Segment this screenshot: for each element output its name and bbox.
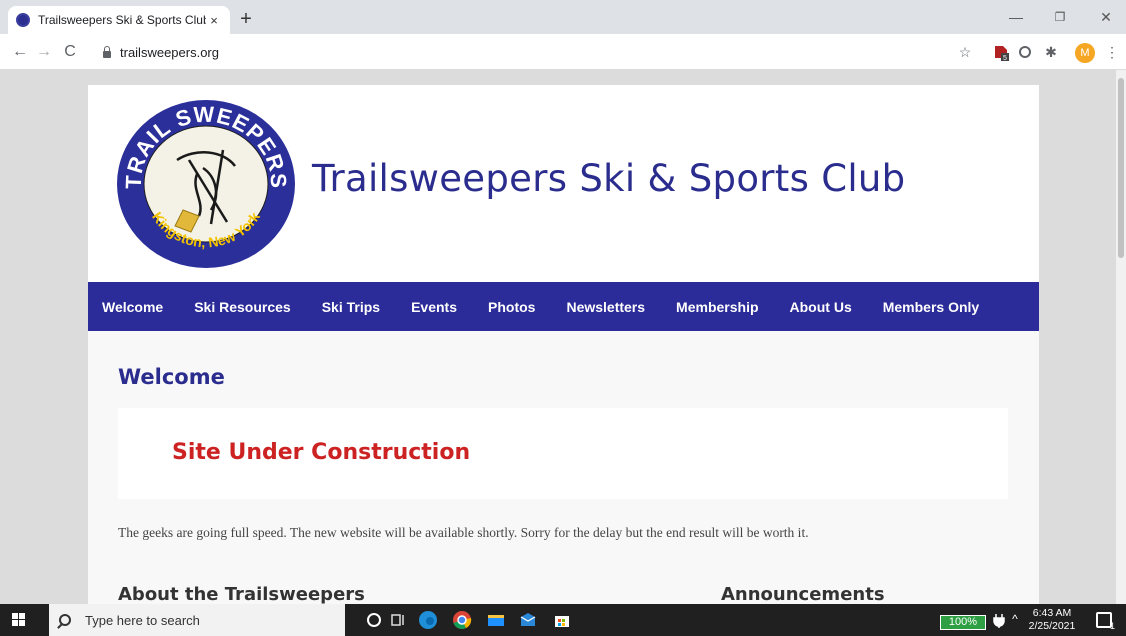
- nav-photos[interactable]: Photos: [488, 299, 535, 315]
- taskbar-search-placeholder: Type here to search: [85, 612, 200, 628]
- clock-date: 2/25/2021: [1028, 620, 1076, 632]
- windows-taskbar: Type here to search 100% ^ 6:43 AM 2/25/…: [0, 604, 1126, 636]
- chrome-browser-icon[interactable]: [452, 610, 472, 630]
- nav-ski-resources[interactable]: Ski Resources: [194, 299, 291, 315]
- notice-heading: Site Under Construction: [172, 440, 471, 465]
- clock-time: 6:43 AM: [1032, 607, 1072, 619]
- nav-welcome[interactable]: Welcome: [102, 299, 163, 315]
- club-logo[interactable]: TRAIL SWEEPERS Kingston, New York: [115, 98, 297, 270]
- close-window-button[interactable]: ✕: [1086, 4, 1126, 30]
- nav-newsletters[interactable]: Newsletters: [566, 299, 645, 315]
- construction-notice: Site Under Construction: [118, 408, 1008, 499]
- power-plug-icon: [992, 612, 1006, 632]
- bookmark-star-icon[interactable]: ☆: [956, 43, 974, 61]
- scrollbar-thumb[interactable]: [1118, 78, 1124, 258]
- restore-button[interactable]: ❐: [1040, 4, 1080, 30]
- site-page: TRAIL SWEEPERS Kingston, New York Trails…: [88, 85, 1039, 604]
- nav-about-us[interactable]: About Us: [790, 299, 852, 315]
- browser-toolbar: ← → C trailsweepers.org ☆ 5 ✱ M ⋮: [0, 34, 1126, 70]
- reload-button[interactable]: C: [58, 40, 82, 64]
- nav-members-only[interactable]: Members Only: [883, 299, 979, 315]
- nav-ski-trips[interactable]: Ski Trips: [322, 299, 380, 315]
- new-tab-button[interactable]: +: [234, 8, 258, 30]
- intro-paragraph: The geeks are going full speed. The new …: [118, 525, 809, 540]
- circle-extension-icon[interactable]: [1016, 43, 1034, 61]
- notification-count: 1: [1109, 621, 1115, 631]
- search-icon: [59, 614, 71, 626]
- extension-badge: 5: [1003, 55, 1007, 61]
- page-scrollbar[interactable]: [1116, 70, 1126, 604]
- tab-title: Trailsweepers Ski & Sports Club: [38, 13, 206, 27]
- address-bar[interactable]: trailsweepers.org: [102, 40, 982, 64]
- notification-center-icon[interactable]: 1: [1096, 612, 1115, 631]
- file-explorer-icon[interactable]: [486, 610, 506, 630]
- about-heading: About the Trailsweepers: [118, 584, 365, 604]
- mail-icon[interactable]: [518, 610, 538, 630]
- nav-events[interactable]: Events: [411, 299, 457, 315]
- lock-icon: [102, 46, 112, 58]
- announcements-heading: Announcements: [721, 584, 885, 604]
- browser-tab-bar: Trailsweepers Ski & Sports Club × + — ❐ …: [0, 0, 1126, 34]
- site-favicon-icon: [16, 13, 30, 27]
- system-clock[interactable]: 6:43 AM 2/25/2021: [1028, 607, 1076, 633]
- chevron-up-icon[interactable]: ^: [1008, 612, 1022, 632]
- extension-icon[interactable]: 5: [992, 43, 1010, 62]
- taskbar-search[interactable]: Type here to search: [49, 604, 345, 636]
- task-view-icon[interactable]: [388, 610, 408, 630]
- puzzle-extensions-icon[interactable]: ✱: [1042, 43, 1060, 61]
- site-title: Trailsweepers Ski & Sports Club: [312, 157, 906, 200]
- main-navigation: Welcome Ski Resources Ski Trips Events P…: [88, 282, 1039, 331]
- browser-menu-icon[interactable]: ⋮: [1103, 43, 1121, 61]
- page-viewport: TRAIL SWEEPERS Kingston, New York Trails…: [0, 70, 1116, 604]
- edge-browser-icon[interactable]: [418, 610, 438, 630]
- page-heading: Welcome: [118, 365, 225, 389]
- minimize-button[interactable]: —: [996, 4, 1036, 30]
- profile-avatar[interactable]: M: [1075, 43, 1095, 63]
- site-header: TRAIL SWEEPERS Kingston, New York Trails…: [88, 85, 1039, 282]
- tab-close-icon[interactable]: ×: [206, 13, 222, 28]
- cortana-icon[interactable]: [364, 610, 384, 630]
- windows-start-icon[interactable]: [12, 613, 26, 627]
- nav-membership[interactable]: Membership: [676, 299, 758, 315]
- forward-button[interactable]: →: [32, 40, 56, 64]
- browser-tab[interactable]: Trailsweepers Ski & Sports Club ×: [8, 6, 230, 34]
- url-text: trailsweepers.org: [120, 44, 219, 60]
- back-button[interactable]: ←: [8, 40, 32, 64]
- store-icon[interactable]: [552, 610, 572, 630]
- battery-indicator[interactable]: 100%: [940, 615, 986, 630]
